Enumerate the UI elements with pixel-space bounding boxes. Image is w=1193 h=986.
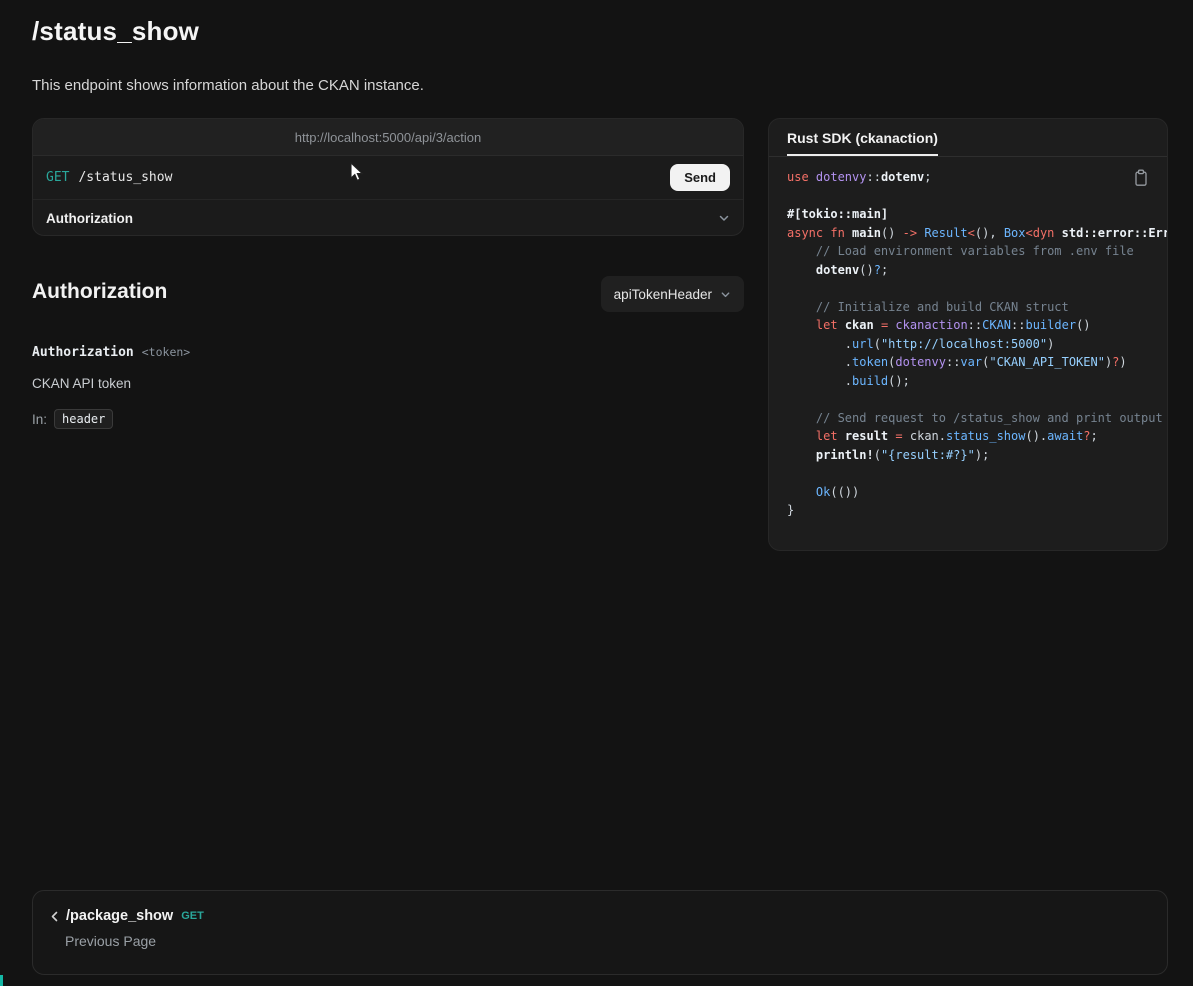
base-url-text: http://localhost:5000/api/3/action: [295, 130, 481, 145]
code-line: .build();: [787, 372, 1167, 391]
auth-param-description: CKAN API token: [32, 376, 131, 391]
sdk-tab-rust[interactable]: Rust SDK (ckanaction): [787, 130, 938, 156]
http-method-badge: GET: [46, 170, 69, 185]
previous-page-method-badge: GET: [181, 910, 204, 922]
sdk-code-panel: Rust SDK (ckanaction) use dotenvy::doten…: [768, 118, 1168, 551]
code-line: .url("http://localhost:5000"): [787, 335, 1167, 354]
auth-in-label: In:: [32, 412, 47, 427]
code-line: }: [787, 501, 1167, 520]
code-line: // Send request to /status_show and prin…: [787, 409, 1167, 428]
chevron-down-icon: [720, 289, 731, 300]
code-line: use dotenvy::dotenv;: [787, 168, 1167, 187]
auth-in-line: In: header: [32, 409, 113, 429]
code-line: println!("{result:#?}");: [787, 446, 1167, 465]
send-button[interactable]: Send: [670, 164, 730, 191]
previous-page-label: Previous Page: [65, 933, 1151, 949]
chevron-left-icon: [49, 910, 60, 923]
previous-page-title: /package_show: [66, 908, 173, 924]
corner-accent-bar: [0, 975, 3, 986]
code-line: [787, 390, 1167, 409]
authorization-row-label: Authorization: [46, 211, 133, 226]
request-card: http://localhost:5000/api/3/action GET /…: [32, 118, 744, 236]
clipboard-icon: [1133, 175, 1149, 190]
code-line: let ckan = ckanaction::CKAN::builder(): [787, 316, 1167, 335]
page-title: /status_show: [32, 16, 199, 47]
authorization-section: Authorization apiTokenHeader Authorizati…: [32, 276, 744, 446]
code-block: use dotenvy::dotenv;#[tokio::main]async …: [787, 168, 1167, 520]
auth-in-value-badge: header: [54, 409, 113, 429]
code-line: dotenv()?;: [787, 261, 1167, 280]
endpoint-description: This endpoint shows information about th…: [32, 77, 424, 94]
code-line: async fn main() -> Result<(), Box<dyn st…: [787, 224, 1167, 243]
code-line: // Initialize and build CKAN struct: [787, 298, 1167, 317]
auth-scheme-dropdown[interactable]: apiTokenHeader: [601, 276, 744, 312]
auth-param-type: <token>: [142, 345, 190, 359]
previous-page-top-row: /package_show GET: [49, 908, 1151, 924]
request-path: /status_show: [78, 170, 172, 185]
code-line: let result = ckan.status_show().await?;: [787, 427, 1167, 446]
previous-page-link[interactable]: /package_show GET Previous Page: [32, 890, 1168, 975]
code-line: Ok(()): [787, 483, 1167, 502]
auth-scheme-selected-value: apiTokenHeader: [614, 287, 712, 302]
code-line: [787, 187, 1167, 206]
sdk-panel-header: Rust SDK (ckanaction): [769, 119, 1167, 157]
code-line: .token(dotenvy::var("CKAN_API_TOKEN")?): [787, 353, 1167, 372]
code-line: // Load environment variables from .env …: [787, 242, 1167, 261]
base-url-selector[interactable]: http://localhost:5000/api/3/action: [33, 119, 743, 156]
copy-code-button[interactable]: [1131, 167, 1151, 192]
authorization-collapsible-row[interactable]: Authorization: [33, 199, 743, 236]
code-block-wrapper: use dotenvy::dotenv;#[tokio::main]async …: [769, 157, 1167, 547]
code-line: [787, 279, 1167, 298]
chevron-down-icon: [718, 212, 730, 224]
request-row: GET /status_show Send: [33, 156, 743, 199]
code-line: #[tokio::main]: [787, 205, 1167, 224]
code-line: [787, 464, 1167, 483]
auth-param-line: Authorization <token>: [32, 345, 190, 360]
auth-param-name: Authorization: [32, 345, 134, 360]
